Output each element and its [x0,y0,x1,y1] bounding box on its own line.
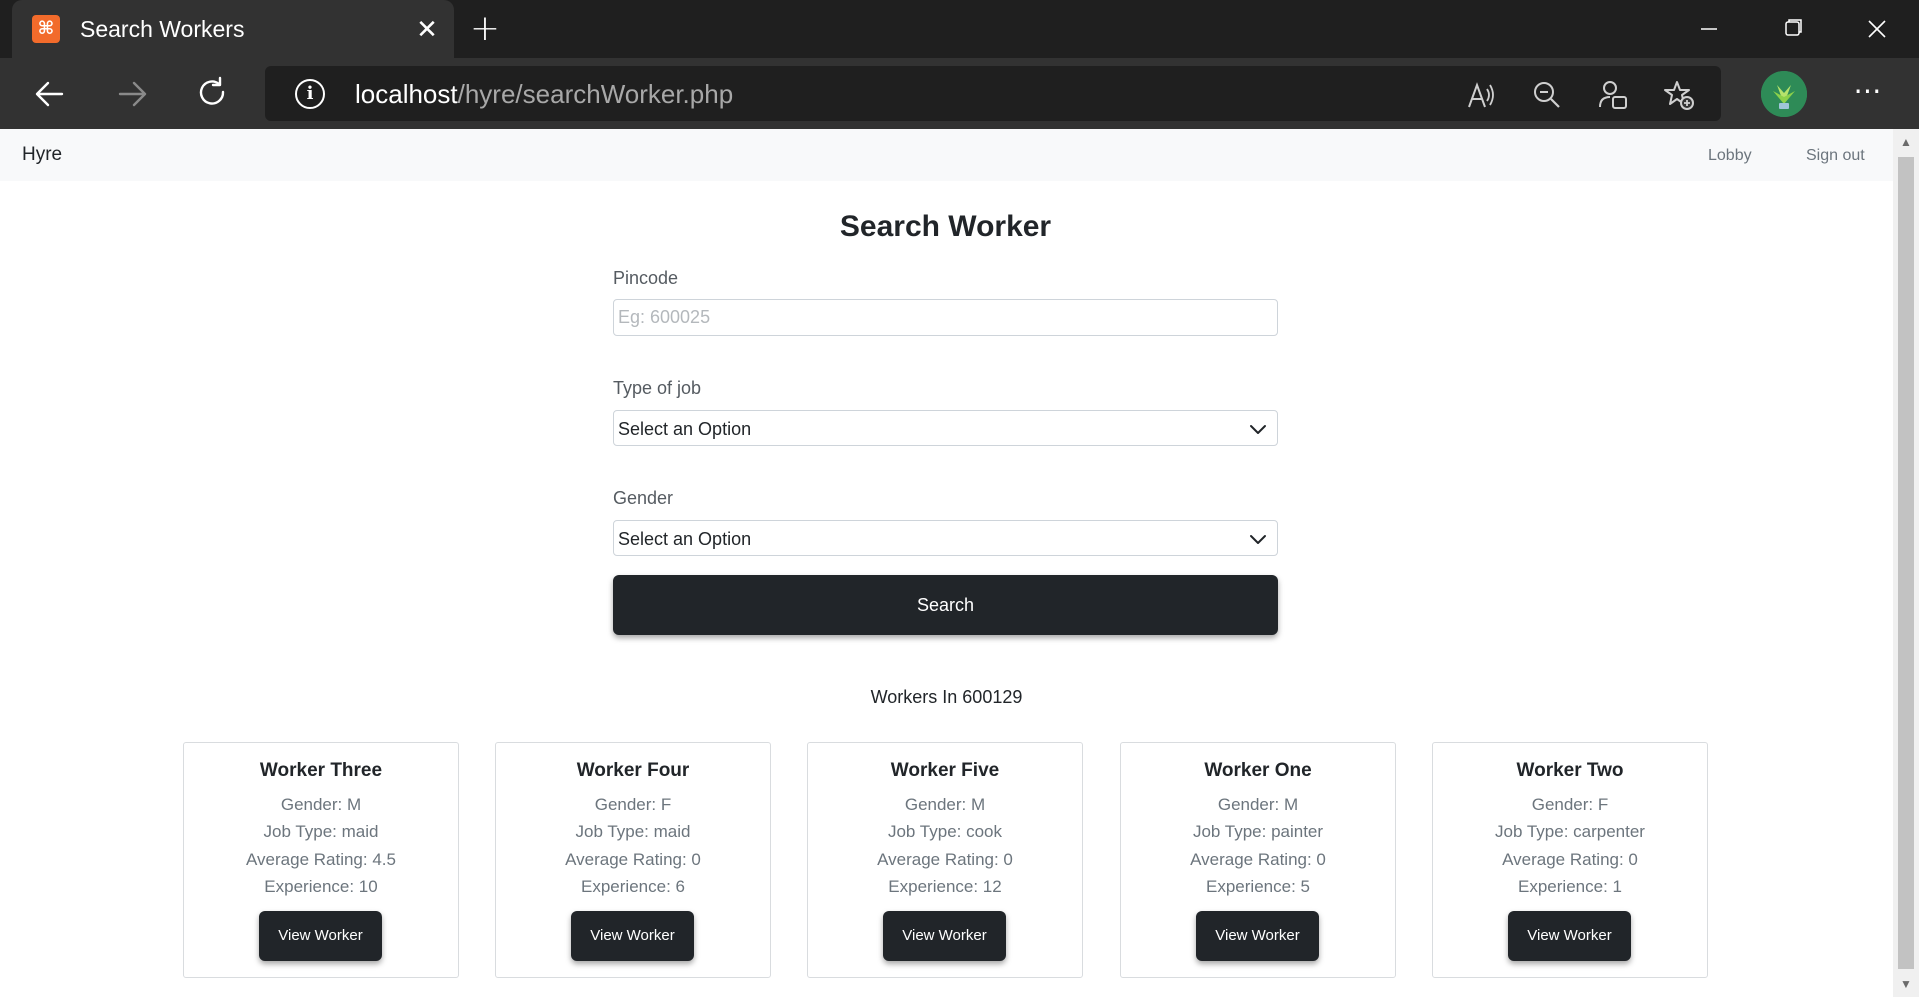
profile-icon[interactable] [1597,79,1629,111]
worker-name: Worker Three [259,760,383,781]
browser-tab[interactable]: ⌘ Search Workers ✕ [12,0,454,58]
forward-arrow-icon[interactable] [112,74,152,114]
avatar[interactable] [1761,71,1807,117]
pincode-input[interactable] [613,299,1278,336]
tab-title: Search Workers [80,16,245,42]
chevron-down-icon [1249,530,1267,548]
search-button[interactable]: Search [613,575,1278,635]
view-worker-button[interactable]: View Worker [1508,911,1631,961]
scrollbar-thumb[interactable] [1898,157,1914,969]
zoom-out-icon[interactable] [1531,79,1563,111]
worker-experience: Experience: 1 [1518,877,1622,896]
worker-card: Worker Four Gender: F Job Type: maid Ave… [495,742,771,978]
worker-job-type: Job Type: maid [263,822,379,841]
reload-icon[interactable] [193,74,233,114]
worker-gender: Gender: F [594,795,672,814]
worker-gender: Gender: M [280,795,362,814]
worker-card: Worker Three Gender: M Job Type: maid Av… [183,742,459,978]
worker-card: Worker One Gender: M Job Type: painter A… [1120,742,1396,978]
worker-gender: Gender: M [904,795,986,814]
close-icon[interactable]: ✕ [412,14,442,44]
address-bar[interactable]: i localhost/hyre/searchWorker.php [265,66,1721,121]
info-icon[interactable]: i [295,79,325,109]
url-path: /hyre/searchWorker.php [457,79,734,109]
view-worker-button[interactable]: View Worker [259,911,382,961]
worker-rating: Average Rating: 0 [1190,850,1326,869]
scroll-up-icon[interactable]: ▲ [1893,131,1919,153]
worker-name: Worker Four [576,760,690,781]
worker-rating: Average Rating: 0 [877,850,1013,869]
worker-rating: Average Rating: 0 [1502,850,1638,869]
nav-link-sign-out[interactable]: Sign out [1806,146,1865,166]
page-title: Search Worker [839,210,1052,243]
gender-value: Select an Option [618,529,752,549]
vertical-scrollbar[interactable]: ▲ ▼ [1893,129,1919,997]
plus-icon[interactable]: + [468,11,502,47]
brand-link[interactable]: Hyre [22,144,62,166]
job-type-select[interactable]: Select an Option [613,410,1278,446]
job-type-label: Type of job [613,378,702,398]
worker-experience: Experience: 5 [1206,877,1310,896]
chevron-down-icon [1249,420,1267,438]
xampp-icon: ⌘ [32,15,60,43]
worker-name: Worker Two [1516,760,1624,781]
scroll-down-icon[interactable]: ▼ [1893,973,1919,995]
gender-label: Gender [613,488,674,508]
url-host: localhost [355,79,458,109]
worker-experience: Experience: 10 [264,877,378,896]
gender-select[interactable]: Select an Option [613,520,1278,556]
page-viewport: Hyre Lobby Sign out Search Worker Pincod… [0,129,1893,997]
add-favorite-icon[interactable] [1663,79,1695,111]
worker-rating: Average Rating: 4.5 [246,850,396,869]
worker-experience: Experience: 12 [888,877,1002,896]
view-worker-button[interactable]: View Worker [1196,911,1319,961]
worker-gender: Gender: M [1217,795,1299,814]
worker-gender: Gender: F [1531,795,1609,814]
worker-job-type: Job Type: cook [887,822,1003,841]
read-aloud-icon[interactable] [1465,79,1497,111]
browser-tabbar: ⌘ Search Workers ✕ + [0,0,1919,58]
worker-job-type: Job Type: maid [575,822,691,841]
view-worker-button[interactable]: View Worker [571,911,694,961]
worker-rating: Average Rating: 0 [565,850,701,869]
view-worker-button[interactable]: View Worker [883,911,1006,961]
worker-job-type: Job Type: painter [1192,822,1324,841]
worker-experience: Experience: 6 [581,877,685,896]
results-heading: Workers In 600129 [870,687,1023,707]
top-navbar: Hyre Lobby Sign out [0,129,1893,181]
worker-card: Worker Two Gender: F Job Type: carpenter… [1432,742,1708,978]
worker-name: Worker Five [890,760,1000,781]
restore-icon[interactable] [1773,10,1813,48]
worker-name: Worker One [1204,760,1312,781]
worker-job-type: Job Type: carpenter [1495,822,1645,841]
nav-link-lobby[interactable]: Lobby [1708,146,1752,166]
minimize-icon[interactable] [1689,10,1729,48]
browser-toolbar: i localhost/hyre/searchWorker.php ⋯ [0,58,1919,129]
window-close-icon[interactable] [1857,10,1897,48]
back-arrow-icon[interactable] [30,74,70,114]
url-text[interactable]: localhost/hyre/searchWorker.php [355,78,733,110]
job-type-value: Select an Option [618,419,752,439]
worker-card: Worker Five Gender: M Job Type: cook Ave… [807,742,1083,978]
more-icon[interactable]: ⋯ [1850,76,1886,112]
pincode-label: Pincode [613,268,679,288]
